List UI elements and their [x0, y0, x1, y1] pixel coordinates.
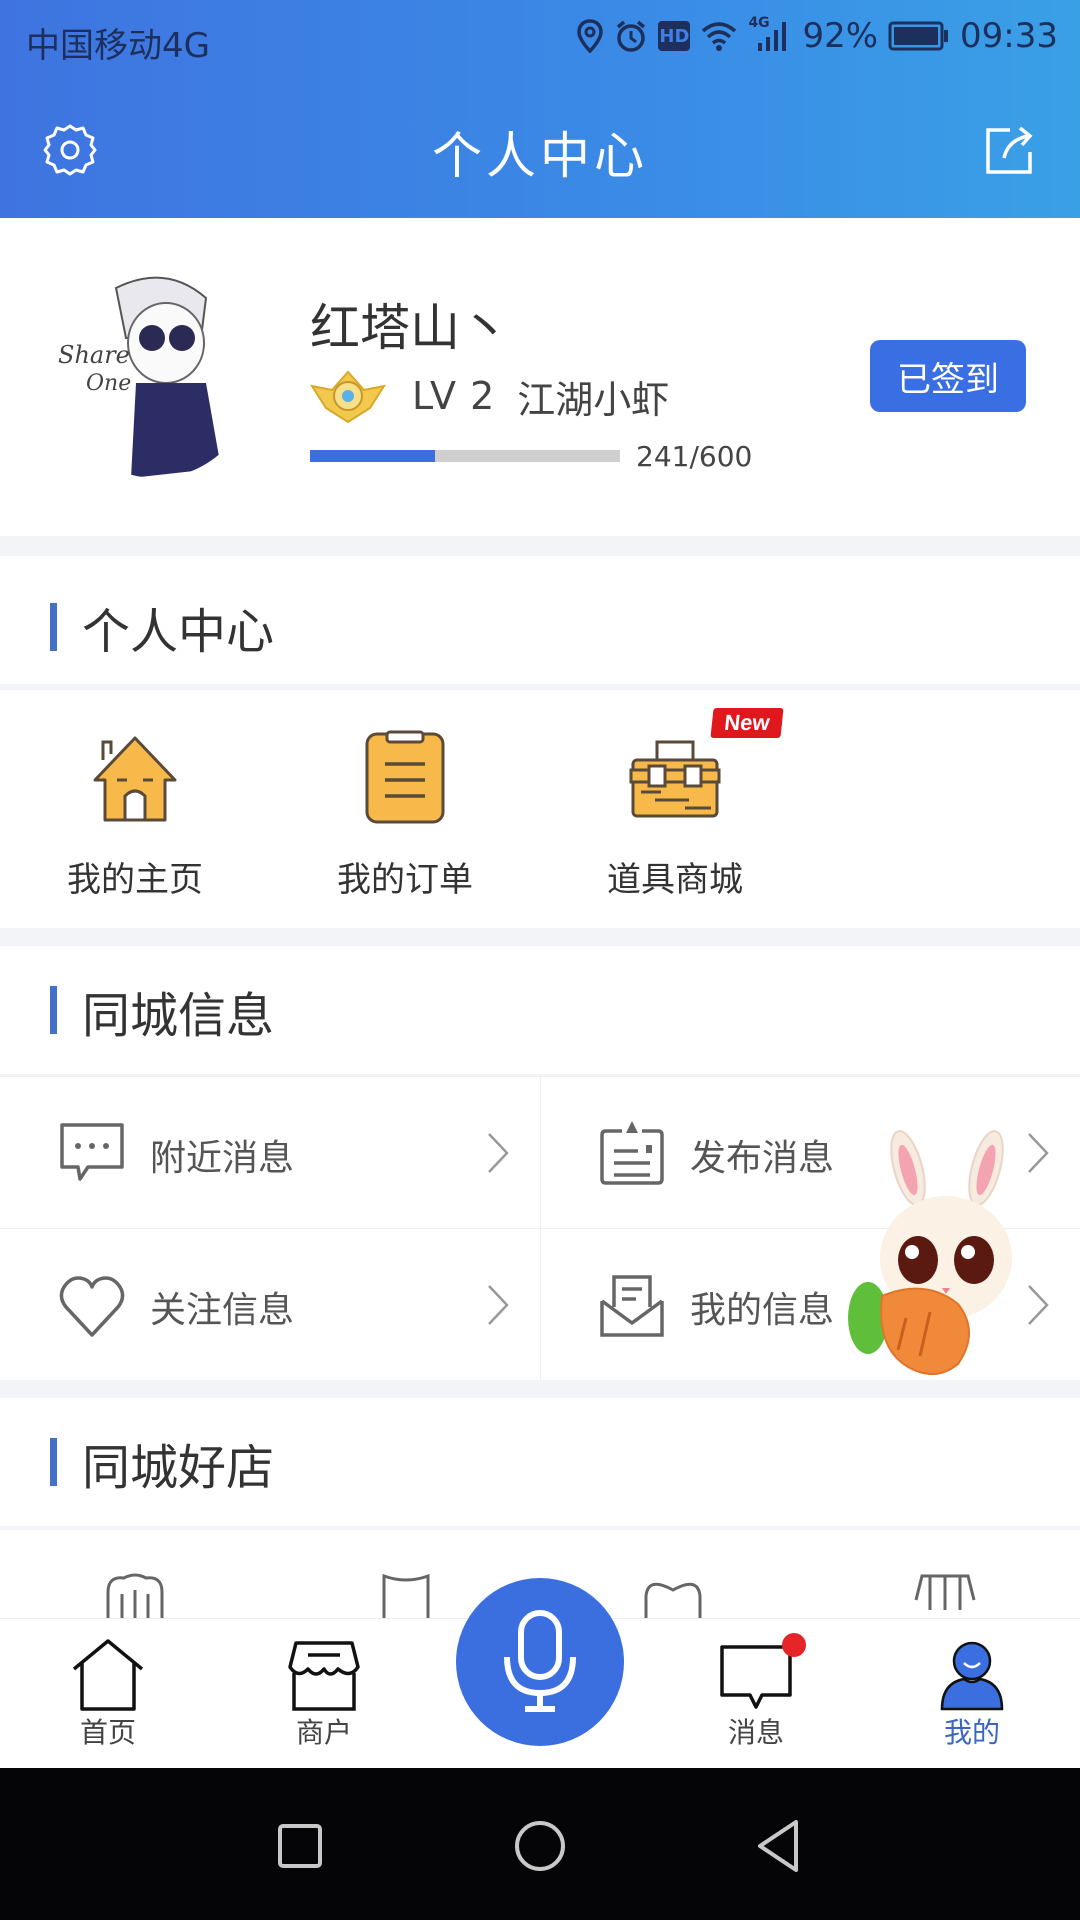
section-title: 同城信息 — [82, 988, 275, 1044]
page-title: 个人中心 — [432, 127, 648, 185]
chevron-right-icon — [488, 1285, 509, 1325]
tab-home[interactable]: 首页 — [28, 1619, 188, 1769]
shop-category-icon[interactable] — [376, 1570, 442, 1620]
tab-messages[interactable]: 消息 — [676, 1619, 836, 1769]
exp-progress-fill — [310, 450, 435, 462]
screen: 中国移动4G HD 4G 92% 09:33 个人中心 Share One 红塔… — [0, 0, 1080, 1920]
section-header-personal: 个人中心 — [0, 556, 1080, 684]
avatar[interactable]: Share One — [56, 268, 256, 478]
shop-category-icon[interactable] — [912, 1570, 978, 1620]
tab-label: 我的 — [943, 1716, 1000, 1749]
chevron-right-icon — [488, 1133, 509, 1173]
list-item-label: 关注信息 — [150, 1290, 295, 1331]
section-title: 个人中心 — [82, 604, 275, 660]
battery-percent: 92% — [802, 16, 879, 56]
level-badge-icon — [310, 370, 386, 424]
section-accent-bar — [50, 1438, 57, 1486]
grid-item-label: 我的主页 — [67, 860, 203, 900]
exp-label: 241/600 — [636, 440, 753, 473]
status-icons: HD 4G 92% 09:33 — [576, 15, 1058, 56]
grid-item-my-orders[interactable]: 我的订单 — [270, 690, 540, 928]
app-header: 中国移动4G HD 4G 92% 09:33 个人中心 — [0, 0, 1080, 218]
grid-item-label: 道具商城 — [607, 860, 743, 900]
wifi-icon — [702, 22, 737, 51]
list-item-followed-info[interactable]: 关注信息 — [0, 1228, 540, 1380]
list-item-label: 发布消息 — [690, 1138, 835, 1179]
shop-category-icon[interactable] — [640, 1570, 706, 1620]
store-icon — [288, 1641, 360, 1711]
section-header-city-info: 同城信息 — [0, 946, 1080, 1074]
unread-dot — [782, 1633, 806, 1657]
title-bar: 个人中心 — [0, 90, 1080, 210]
home-icon — [72, 1639, 144, 1711]
order-clipboard-icon — [365, 730, 445, 824]
signal-icon: 4G — [748, 15, 792, 53]
rabbit-mascot-icon[interactable] — [846, 1128, 1042, 1380]
section-accent-bar — [50, 986, 57, 1034]
list-item-label: 附近消息 — [150, 1138, 295, 1179]
grid-item-label: 我的订单 — [337, 860, 473, 900]
section-title: 同城好店 — [82, 1440, 275, 1496]
recents-icon[interactable] — [270, 1816, 330, 1876]
list-item-nearby-messages[interactable]: 附近消息 — [0, 1076, 540, 1228]
profile-card: Share One 红塔山丶 LV 2 江湖小虾 241/600 已签到 — [0, 218, 1080, 536]
home-icon — [93, 736, 177, 822]
back-icon[interactable] — [750, 1816, 810, 1876]
tab-label: 商户 — [295, 1716, 352, 1749]
personal-grid: 我的主页 我的订单 道具商城 — [0, 690, 1080, 928]
exp-progress-bar — [310, 450, 620, 462]
tab-merchant[interactable]: 商户 — [244, 1619, 404, 1769]
section-accent-bar — [50, 603, 57, 651]
grid-item-my-homepage[interactable]: 我的主页 — [0, 690, 270, 928]
microphone-icon — [504, 1610, 576, 1712]
voice-button[interactable] — [456, 1578, 624, 1746]
share-icon — [986, 126, 1033, 174]
svg-text:One: One — [86, 371, 131, 396]
mail-open-icon — [600, 1275, 664, 1337]
list-divider — [540, 1076, 541, 1380]
tab-mine[interactable]: 我的 — [892, 1619, 1052, 1769]
section-header-city-shops: 同城好店 — [0, 1398, 1080, 1526]
tab-label: 首页 — [79, 1716, 136, 1749]
hd-icon: HD — [658, 21, 691, 51]
shop-category-icon[interactable] — [102, 1570, 168, 1620]
chat-bubble-icon — [60, 1123, 124, 1181]
clock: 09:33 — [960, 16, 1058, 56]
toolbox-icon — [629, 740, 721, 818]
publish-icon — [600, 1121, 664, 1185]
heart-icon — [59, 1276, 125, 1337]
battery-icon — [888, 21, 949, 51]
level-row: LV 2 江湖小虾 — [310, 368, 669, 424]
username: 红塔山丶 — [310, 299, 510, 357]
share-button[interactable] — [980, 120, 1040, 180]
user-icon — [940, 1641, 1004, 1711]
alarm-icon — [617, 20, 646, 52]
new-badge: New — [710, 708, 784, 738]
home-circle-icon[interactable] — [510, 1816, 570, 1876]
location-icon — [577, 19, 604, 53]
list-item-label: 我的信息 — [690, 1290, 835, 1331]
svg-text:Share: Share — [58, 341, 130, 369]
level-title: 江湖小虾 — [517, 377, 670, 422]
tab-label: 消息 — [727, 1716, 784, 1749]
level-label: LV 2 — [412, 374, 496, 418]
signin-button[interactable]: 已签到 — [870, 340, 1026, 412]
status-bar: 中国移动4G HD 4G 92% 09:33 — [0, 0, 1080, 75]
system-nav-bar — [0, 1768, 1080, 1920]
carrier-label: 中国移动4G — [26, 26, 210, 66]
